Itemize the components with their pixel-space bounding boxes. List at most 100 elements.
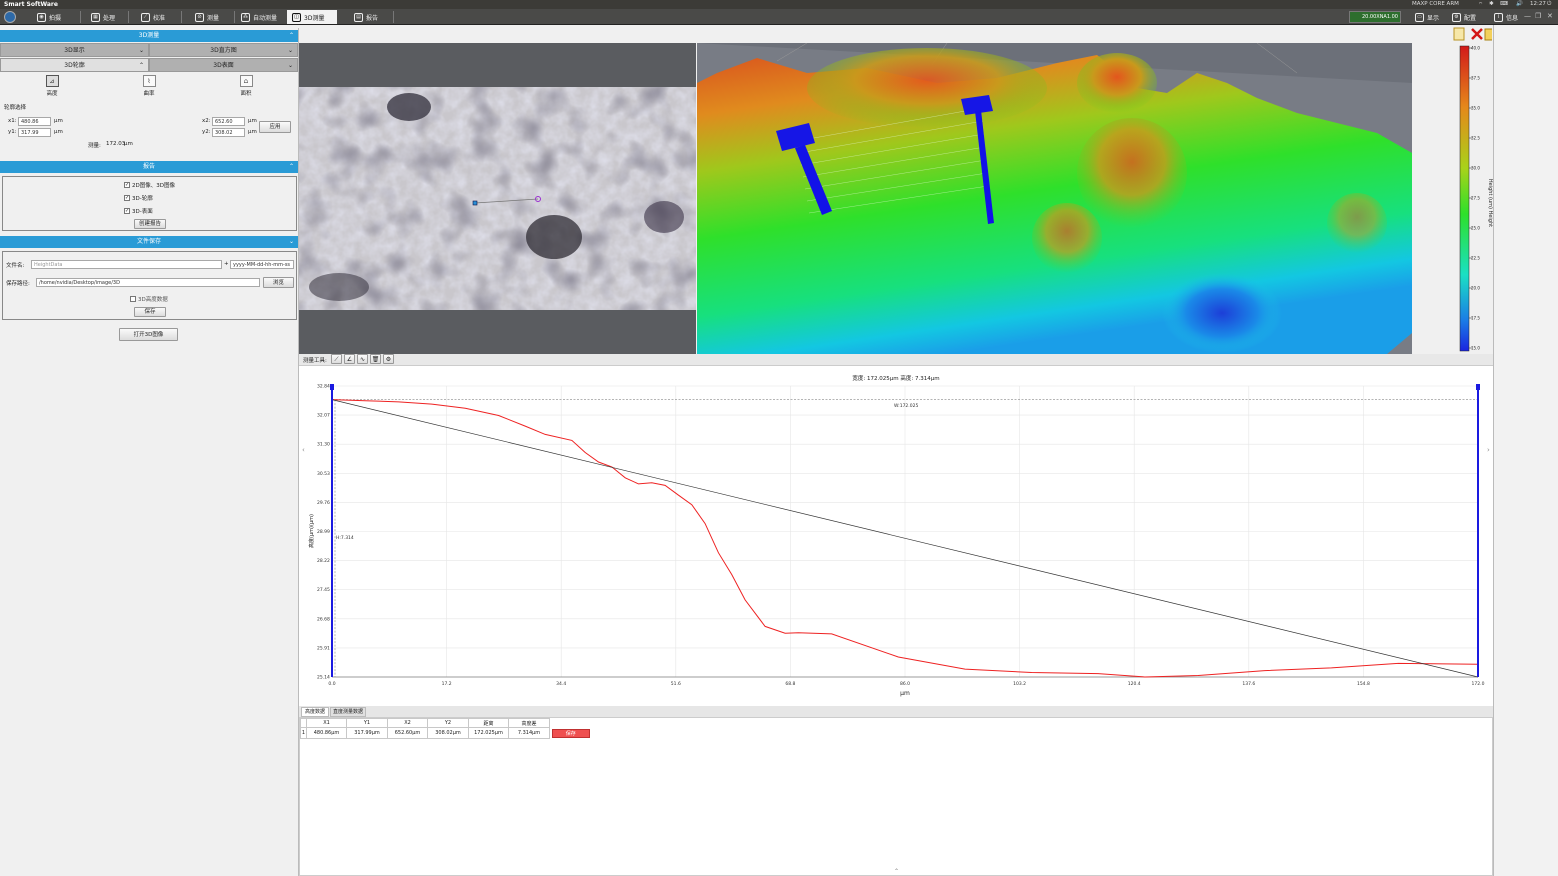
- section-3d-measure-header[interactable]: 3D测量 ⌃: [0, 30, 298, 42]
- tab-3d-measure[interactable]: ◫ 3D测量: [287, 10, 337, 24]
- curvature-tool[interactable]: ⌇ 曲率: [129, 75, 169, 97]
- angle-tool-icon[interactable]: ∠: [344, 354, 355, 364]
- keyboard-icon[interactable]: ⌨: [1500, 1, 1508, 7]
- folder-icon[interactable]: [1484, 28, 1494, 41]
- height-tool[interactable]: ⊿ 高度: [32, 75, 72, 97]
- section-file-save-header[interactable]: 文件保存 ⌄: [0, 236, 298, 248]
- chevron-up-icon[interactable]: ⌃: [894, 868, 899, 875]
- divider: [234, 11, 235, 23]
- config-button[interactable]: ⚙ 配置: [1447, 10, 1487, 24]
- power-icon[interactable]: ⏻: [1547, 1, 1551, 8]
- filename-input[interactable]: HeightData: [31, 260, 222, 269]
- subtab-3d-surface[interactable]: 3D表面 ⌄: [149, 58, 298, 72]
- profile-start-handle[interactable]: [472, 200, 478, 206]
- curvature-icon: ⌇: [142, 75, 156, 87]
- tab-label: 校准: [153, 14, 166, 22]
- tab-report[interactable]: ▤ 报告: [349, 10, 393, 24]
- y-tick-label: 27.45: [317, 587, 330, 593]
- tab-label: 自动测量: [253, 14, 278, 22]
- gear-icon: ⚙: [1452, 12, 1461, 22]
- save-file-button[interactable]: 保存: [134, 307, 166, 317]
- x2-field[interactable]: 652.60: [212, 117, 245, 126]
- chevron-down-icon: ⌄: [138, 47, 144, 54]
- start-cursor-handle[interactable]: [330, 384, 334, 390]
- display-button[interactable]: ▭ 显示: [1410, 10, 1446, 24]
- curve-tool-icon[interactable]: ∿: [357, 354, 368, 364]
- y2-field[interactable]: 308.02: [212, 128, 245, 137]
- end-cursor-handle[interactable]: [1476, 384, 1480, 390]
- gpu-indicator: MAXP CORE ARM: [1412, 1, 1459, 7]
- tab-straightness-data[interactable]: 直度测量数据: [330, 707, 366, 717]
- divider: [181, 11, 182, 23]
- report-check-2d3d[interactable]: ✓ 2D图像、3D图像: [124, 181, 175, 189]
- y1-field[interactable]: 317.99: [18, 128, 51, 137]
- checkbox[interactable]: ✓: [124, 208, 130, 214]
- column-header: X1: [306, 718, 347, 728]
- check-label: 3D高度数据: [138, 297, 168, 303]
- wifi-icon[interactable]: ⌔: [1478, 1, 1483, 8]
- open-3d-image-button[interactable]: 打开3D图像: [119, 328, 178, 341]
- settings-icon[interactable]: ⚙: [383, 354, 394, 364]
- subtab-3d-histogram[interactable]: 3D直方图 ⌄: [149, 43, 298, 57]
- info-button[interactable]: i 信息: [1489, 10, 1523, 24]
- create-report-button[interactable]: 创建报告: [134, 219, 166, 229]
- section-report-header[interactable]: 报告 ⌃: [0, 161, 298, 173]
- unit-label: μm: [54, 129, 63, 135]
- path-input[interactable]: /home/nvidia/Desktop/image/3D: [36, 278, 260, 287]
- y-tick-label: 30.53: [317, 471, 330, 477]
- tab-auto-measure[interactable]: ⁂ 自动测量: [236, 10, 286, 24]
- y-tick-label: 25.91: [317, 645, 330, 651]
- line-tool-icon[interactable]: ⟋: [331, 354, 342, 364]
- save-3d-height-check[interactable]: 3D高度数据: [130, 295, 168, 303]
- apply-button[interactable]: 应用: [259, 121, 291, 133]
- subtab-label: 3D直方图: [210, 47, 237, 54]
- measure-value: 172.03: [106, 141, 126, 147]
- clock: 12:27: [1530, 1, 1546, 7]
- y-tick-label: 32.07: [317, 413, 330, 419]
- x1-field[interactable]: 480.86: [18, 117, 51, 126]
- bluetooth-icon[interactable]: ✱: [1489, 1, 1494, 7]
- area-tool[interactable]: ⩍ 面积: [226, 75, 266, 97]
- chevron-left-icon[interactable]: ‹: [302, 446, 305, 454]
- surface-peak: [807, 48, 1047, 128]
- height-icon: ⊿: [45, 75, 59, 87]
- divider: [393, 11, 394, 23]
- chevron-right-icon[interactable]: ›: [1487, 446, 1490, 454]
- app-logo-icon[interactable]: [4, 11, 16, 23]
- document-icon[interactable]: [1453, 27, 1465, 41]
- window-titlebar: Smart SoftWare MAXP CORE ARM ⌔ ✱ ⌨ 🔊 12:…: [0, 0, 1558, 9]
- x-tick-label: 137.6: [1242, 681, 1255, 687]
- close-icon[interactable]: ✕: [1547, 12, 1553, 20]
- y-axis-label: 高度(μm)(μm): [308, 514, 315, 548]
- checkbox[interactable]: ✓: [124, 182, 130, 188]
- profile-chart[interactable]: 宽度: 172.025μm 高度: 7.314μm μm 高度(μm)(μm) …: [299, 366, 1493, 706]
- subtab-3d-profile[interactable]: 3D轮廓 ⌃: [0, 58, 149, 72]
- tab-measure[interactable]: ⊘ 测量: [190, 10, 236, 24]
- report-check-profile[interactable]: ✓ 3D-轮廓: [124, 194, 153, 202]
- chevron-down-icon: ⌄: [287, 62, 293, 69]
- view-3d-surface[interactable]: 40.0 37.5 35.0 32.5 30.0 27.5 25.0 22.5 20.0 17.5…: [697, 43, 1493, 354]
- browse-button[interactable]: 浏览: [263, 277, 294, 288]
- tab-height-data[interactable]: 高度数据: [301, 707, 329, 717]
- checkbox[interactable]: [130, 296, 136, 302]
- delete-icon[interactable]: [1471, 28, 1483, 40]
- measure-label: 测量:: [88, 143, 101, 149]
- measure-tools-label: 测量工具:: [303, 358, 327, 364]
- image-2d-view[interactable]: [299, 87, 696, 310]
- report-check-surface[interactable]: ✓ 3D-表面: [124, 207, 153, 215]
- volume-icon[interactable]: 🔊: [1516, 1, 1523, 7]
- restore-icon[interactable]: ❐: [1535, 12, 1541, 20]
- tab-capture[interactable]: ◉ 拍摄: [32, 10, 87, 24]
- minimize-icon[interactable]: —: [1524, 12, 1531, 20]
- objective-selector[interactable]: 20.00XNA1.00: [1349, 11, 1401, 23]
- subtab-3d-display[interactable]: 3D显示 ⌄: [0, 43, 149, 57]
- checkbox[interactable]: ✓: [124, 195, 130, 201]
- main-nav: ◉ 拍摄 ▦ 处理 ⟋ 校准 ⊘ 测量 ⁂ 自动测量 ◫ 3D测量 ▤ 报告 20.00XNA…: [0, 9, 1558, 25]
- tab-calibrate[interactable]: ⟋ 校准: [136, 10, 186, 24]
- date-format-select[interactable]: yyyy-MM-dd-hh-mm-ss: [230, 260, 294, 269]
- trash-icon[interactable]: 🗑: [370, 354, 381, 364]
- colorbar-tick-label: 37.5: [1471, 76, 1480, 81]
- table-row[interactable]: 1 480.86μm 317.99μm 652.60μm 308.02μm 17…: [300, 727, 592, 739]
- save-row-button[interactable]: 保存: [552, 728, 590, 738]
- y-tick-label: 29.76: [317, 500, 330, 506]
